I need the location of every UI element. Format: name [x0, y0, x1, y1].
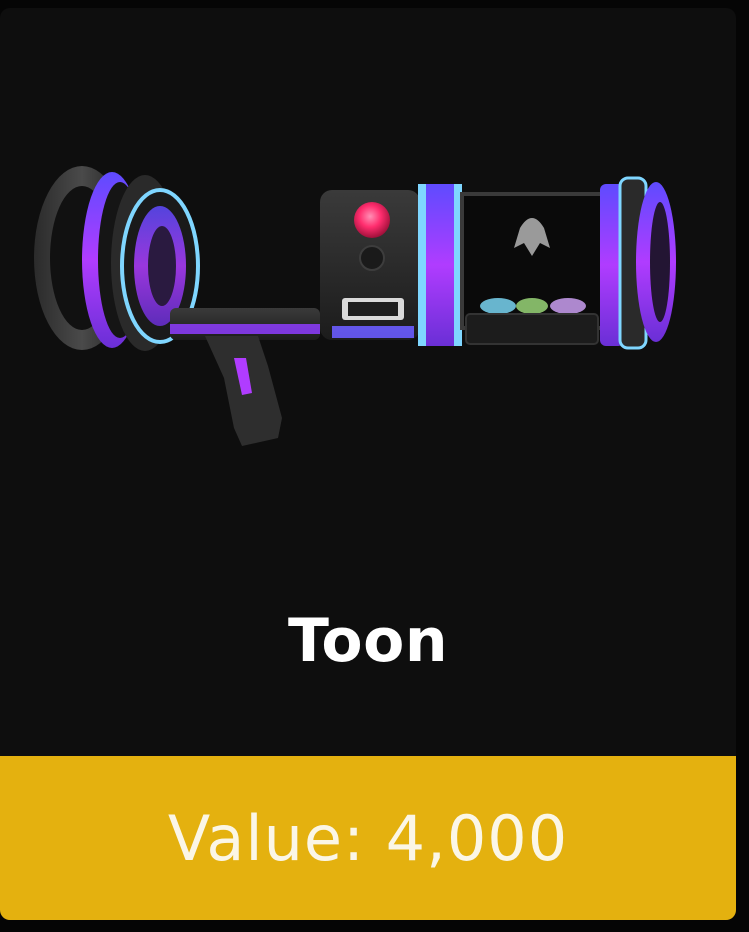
item-value: Value: 4,000: [167, 801, 569, 875]
item-card[interactable]: Toon Value: 4,000: [0, 8, 736, 920]
value-bar: Value: 4,000: [0, 756, 736, 920]
item-name: Toon: [287, 606, 449, 676]
toon-blaster-icon: [34, 166, 676, 446]
